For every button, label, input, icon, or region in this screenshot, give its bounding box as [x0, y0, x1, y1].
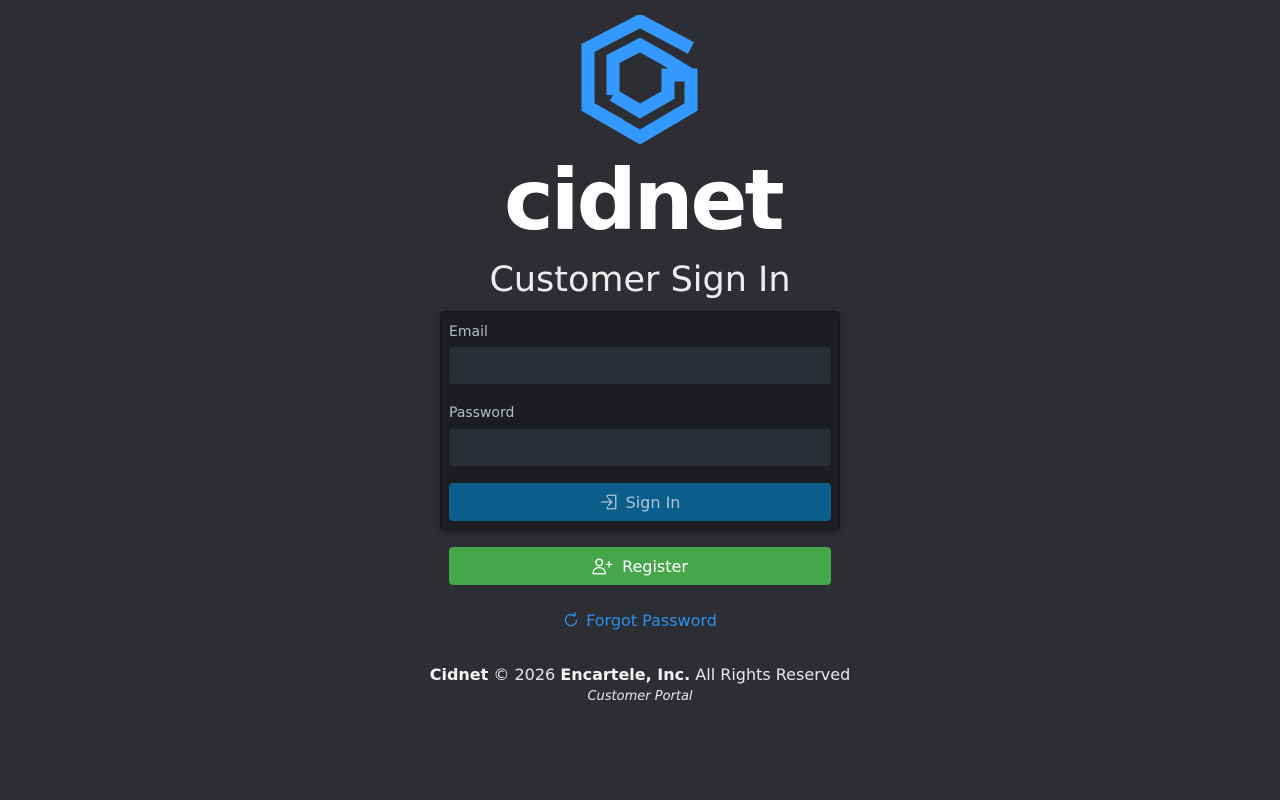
forgot-password-label: Forgot Password	[586, 610, 717, 630]
footer-company: Encartele, Inc.	[560, 665, 691, 684]
email-label: Email	[449, 324, 488, 340]
sign-in-icon	[600, 494, 617, 510]
brand-wordmark: cidnet	[504, 151, 785, 249]
signin-form-card: Email Password Sign In	[440, 311, 840, 530]
forgot-password-link[interactable]: Forgot Password	[0, 609, 1280, 631]
email-field[interactable]	[449, 347, 831, 384]
signin-button[interactable]: Sign In	[449, 483, 831, 521]
password-field[interactable]	[449, 429, 831, 466]
hexagon-c-logo-icon	[581, 15, 698, 145]
footer-copyright: Cidnet © 2026 Encartele, Inc. All Rights…	[0, 664, 1280, 686]
login-page: cidnet Customer Sign In Email Password S…	[0, 0, 1280, 800]
footer-app-name: Cidnet	[429, 665, 489, 684]
page-title: Customer Sign In	[489, 260, 791, 300]
refresh-icon	[564, 612, 578, 627]
footer-copyright-year: © 2026	[493, 665, 556, 684]
register-button-label: Register	[622, 556, 688, 576]
register-button[interactable]: Register	[449, 547, 831, 585]
signin-button-label: Sign In	[625, 492, 681, 512]
person-plus-icon	[592, 558, 613, 575]
password-label: Password	[449, 405, 515, 421]
footer-rights: All Rights Reserved	[695, 665, 851, 684]
footer-portal-label: Customer Portal	[587, 689, 693, 704]
